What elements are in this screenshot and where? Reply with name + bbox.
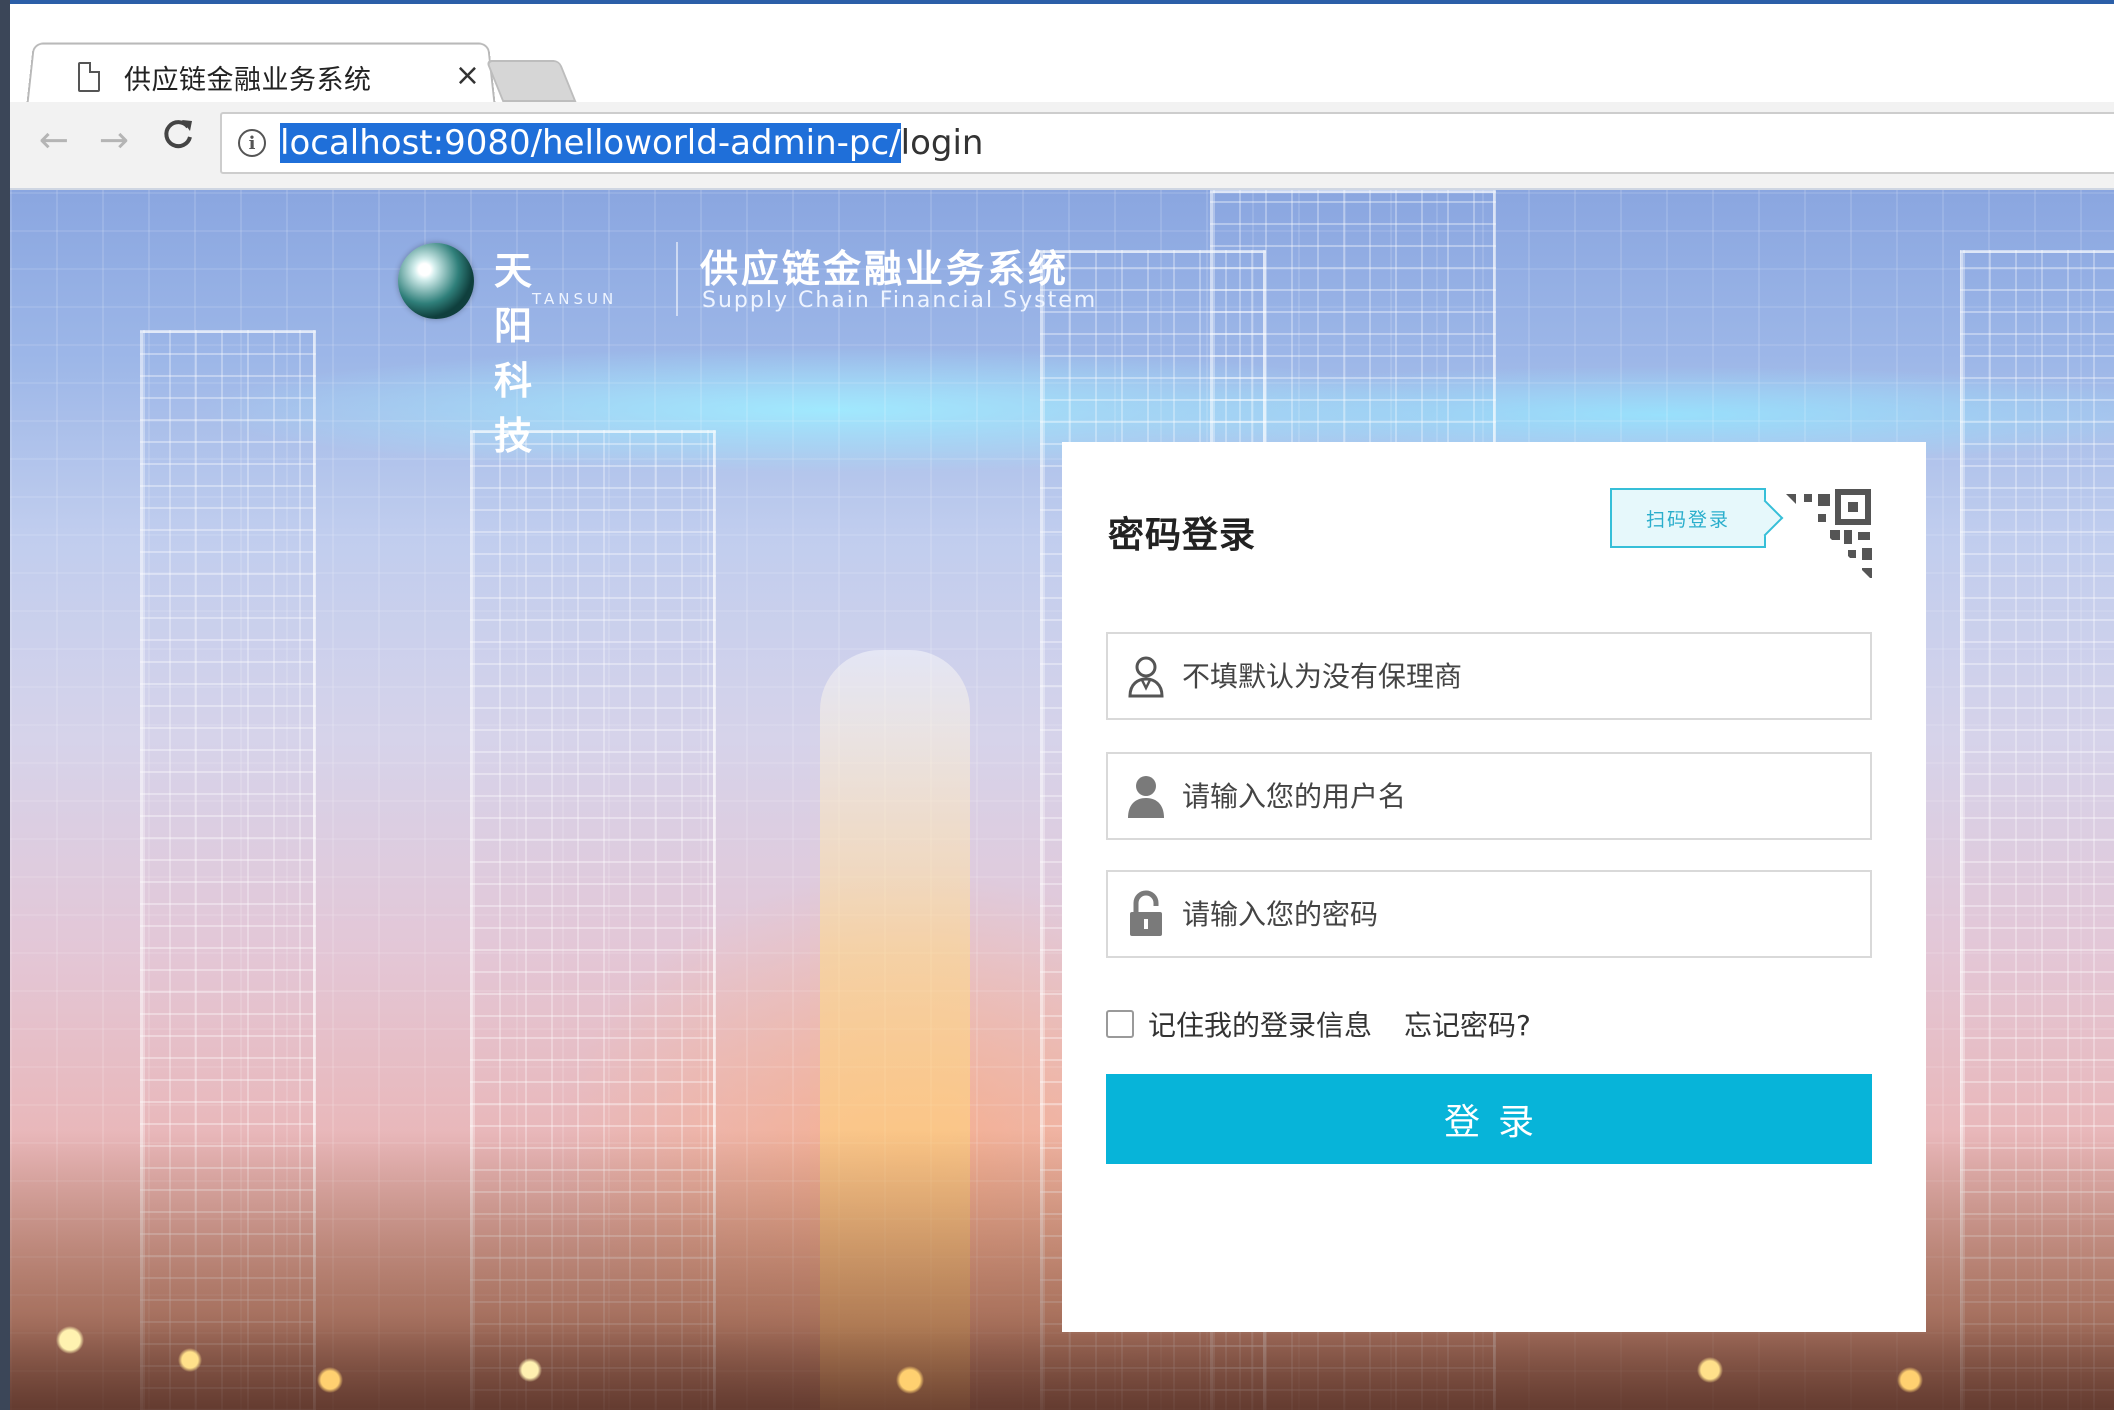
address-bar[interactable]: i localhost:9080/helloworld-admin-pc/log…: [220, 112, 2114, 174]
url-rest-text: login: [900, 123, 984, 163]
user-icon: [1124, 772, 1168, 820]
tab-strip: 供应链金融业务系统 ×: [10, 4, 2114, 108]
system-subtitle: Supply Chain Financial System: [702, 288, 1098, 313]
password-field[interactable]: [1106, 870, 1872, 958]
new-tab-button[interactable]: [485, 60, 577, 102]
remember-label[interactable]: 记住我的登录信息: [1148, 1004, 1372, 1044]
header-logo: 天阳科技 TANSUN 供应链金融业务系统 Supply Chain Finan…: [398, 236, 1095, 458]
login-button[interactable]: 登录: [1106, 1074, 1872, 1164]
factor-input[interactable]: [1180, 635, 1870, 717]
brand-name: 天阳科技: [494, 249, 537, 458]
qr-code-icon[interactable]: [1778, 486, 1878, 586]
login-card: 密码登录 扫码登录 不填默认为没有保理商 请输入您的用户名 记住我的登录信息 忘…: [1062, 442, 1926, 1332]
user-outline-icon: [1124, 652, 1168, 700]
system-title: 供应链金融业务系统: [700, 247, 1070, 291]
factor-field[interactable]: [1106, 632, 1872, 720]
back-button[interactable]: ←: [32, 120, 76, 161]
scan-login-tab[interactable]: 扫码登录: [1610, 488, 1766, 548]
browser-tab-content[interactable]: 供应链金融业务系统 ×: [60, 52, 490, 102]
login-page: 天阳科技 TANSUN 供应链金融业务系统 Supply Chain Finan…: [10, 190, 2114, 1410]
window-left-border: [0, 0, 10, 1410]
tab-title: 供应链金融业务系统: [124, 64, 372, 96]
forward-button[interactable]: →: [92, 120, 136, 161]
url-text[interactable]: localhost:9080/helloworld-admin-pc/login: [280, 123, 983, 163]
login-title: 密码登录: [1108, 515, 1257, 556]
logo-divider: [676, 242, 678, 316]
url-selected-text: localhost:9080/helloworld-admin-pc/: [280, 123, 901, 163]
username-input[interactable]: [1180, 755, 1870, 837]
brand-name-en: TANSUN: [532, 290, 618, 308]
password-input[interactable]: [1180, 873, 1870, 955]
tab-close-button[interactable]: ×: [455, 58, 480, 93]
company-logo-icon: [398, 243, 474, 319]
info-icon[interactable]: i: [238, 129, 266, 157]
page-icon: [78, 62, 100, 92]
remember-row: 记住我的登录信息 忘记密码?: [1106, 1002, 1531, 1046]
reload-icon: [164, 120, 192, 149]
browser-toolbar: ← → i localhost:9080/helloworld-admin-pc…: [10, 102, 2114, 190]
lock-icon: [1124, 890, 1168, 938]
forgot-password-link[interactable]: 忘记密码?: [1404, 1004, 1531, 1044]
username-field[interactable]: [1106, 752, 1872, 840]
reload-button[interactable]: [156, 116, 200, 160]
remember-checkbox[interactable]: [1106, 1010, 1134, 1038]
